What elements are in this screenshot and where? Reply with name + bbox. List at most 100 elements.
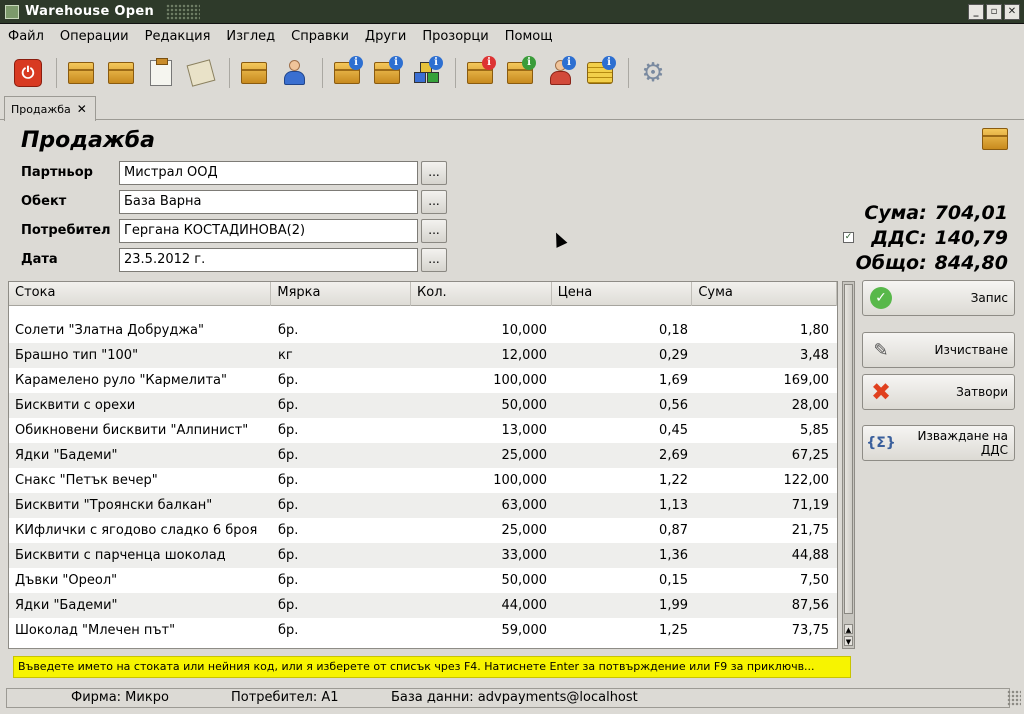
save-button[interactable]: ✓ Запис — [862, 280, 1015, 316]
scrollbar-thumb[interactable] — [844, 284, 853, 614]
table-row[interactable]: Снакс "Петък вечер" бр. 100,000 1,22 122,00 — [9, 468, 837, 493]
tab-sale[interactable]: Продажба ✕ — [4, 96, 96, 121]
settings-button[interactable]: ⚙ — [635, 55, 671, 91]
report-users-button[interactable]: i — [542, 55, 578, 91]
menu-file[interactable]: Файл — [0, 29, 52, 44]
exit-button[interactable]: ⏻ — [10, 55, 46, 91]
app-icon — [5, 4, 19, 19]
column-header-qty[interactable]: Кол. — [411, 282, 552, 306]
toolbar-separator — [229, 58, 230, 88]
column-header-unit[interactable]: Мярка — [271, 282, 412, 306]
table-row[interactable]: Бисквити "Троянски балкан" бр. 63,000 1,13 7… — [9, 493, 837, 518]
vat-checkbox[interactable]: ✓ — [843, 232, 854, 243]
info-badge-icon: i — [389, 56, 403, 70]
title-grip — [166, 3, 201, 20]
vat-extract-button[interactable]: {Σ} Изваждане на ДДС — [862, 425, 1015, 461]
cell-qty: 25,000 — [501, 523, 548, 538]
table-row[interactable]: Обикновени бисквити "Алпинист" бр. 13,000 0… — [9, 418, 837, 443]
report-deleted-button[interactable]: i — [462, 55, 498, 91]
cell-unit: бр. — [278, 548, 299, 563]
consumer-browse-button[interactable]: ... — [421, 219, 447, 243]
window-title: Warehouse Open — [25, 4, 155, 19]
items-table[interactable]: Стока Мярка Кол. Цена Сума Солети "Златн… — [8, 281, 838, 649]
object-browse-button[interactable]: ... — [421, 190, 447, 214]
cell-price: 1,69 — [659, 373, 688, 388]
sale-button[interactable] — [103, 55, 139, 91]
cell-item: Бисквити "Троянски балкан" — [15, 498, 213, 513]
vat-label: ДДС: — [871, 227, 927, 249]
menu-other[interactable]: Други — [357, 29, 414, 44]
date-input[interactable]: 23.5.2012 г. — [119, 248, 418, 272]
consumer-input[interactable]: Гергана КОСТАДИНОВА(2) — [119, 219, 418, 243]
cell-qty: 63,000 — [501, 498, 548, 513]
cell-sum: 3,48 — [800, 348, 829, 363]
table-row[interactable]: Дъвки "Ореол" бр. 50,000 0,15 7,50 — [9, 568, 837, 593]
table-row[interactable]: Бисквити с орехи бр. 50,000 0,56 28,00 — [9, 393, 837, 418]
column-header-sum[interactable]: Сума — [692, 282, 837, 306]
menu-reports[interactable]: Справки — [283, 29, 357, 44]
cell-item: Снакс "Петък вечер" — [15, 473, 158, 488]
info-badge-icon: i — [602, 56, 616, 70]
partners-button[interactable] — [276, 55, 312, 91]
partner-input[interactable]: Мистрал ООД — [119, 161, 418, 185]
partner-browse-button[interactable]: ... — [421, 161, 447, 185]
tab-close-icon[interactable]: ✕ — [77, 102, 87, 116]
minimize-button[interactable]: _ — [968, 4, 984, 20]
report-purchases-button[interactable]: i — [329, 55, 365, 91]
menu-view[interactable]: Изглед — [218, 29, 283, 44]
cell-price: 1,22 — [659, 473, 688, 488]
cell-sum: 5,85 — [800, 423, 829, 438]
close-label: Затвори — [956, 385, 1008, 399]
cell-qty: 25,000 — [501, 448, 548, 463]
report-stock-button[interactable]: i — [409, 55, 445, 91]
cell-unit: бр. — [278, 373, 299, 388]
cell-unit: бр. — [278, 523, 299, 538]
gear-icon: ⚙ — [641, 58, 665, 88]
column-header-price[interactable]: Цена — [552, 282, 693, 306]
document-button[interactable] — [183, 55, 219, 91]
table-row[interactable]: Шоколад "Млечен път" бр. 59,000 1,25 73,75 — [9, 618, 837, 643]
cell-item: Дъвки "Ореол" — [15, 573, 118, 588]
clear-button[interactable]: ✎ Изчистване — [862, 332, 1015, 368]
cell-price: 1,13 — [659, 498, 688, 513]
cell-price: 1,99 — [659, 598, 688, 613]
cell-price: 0,15 — [659, 573, 688, 588]
close-window-button[interactable]: ✕ — [1004, 4, 1020, 20]
object-input[interactable]: База Варна — [119, 190, 418, 214]
goods-button[interactable] — [236, 55, 272, 91]
menu-help[interactable]: Помощ — [497, 29, 561, 44]
table-row[interactable]: Солети "Златна Добруджа" бр. 10,000 0,18 1,8… — [9, 318, 837, 343]
table-row[interactable]: Бисквити с парченца шоколад бр. 33,000 1,36… — [9, 543, 837, 568]
cell-sum: 1,80 — [800, 323, 829, 338]
status-database: База данни: advpayments@localhost — [391, 690, 638, 705]
column-header-item[interactable]: Стока — [9, 282, 272, 306]
table-row[interactable]: Ядки "Бадеми" бр. 44,000 1,99 87,56 — [9, 593, 837, 618]
maximize-button[interactable]: ▫ — [986, 4, 1002, 20]
date-picker-button[interactable]: ... — [421, 248, 447, 272]
table-row[interactable]: Брашно тип "100" кг 12,000 0,29 3,48 — [9, 343, 837, 368]
report-sales-button[interactable]: i — [369, 55, 405, 91]
resize-grip[interactable] — [1007, 690, 1021, 706]
purchase-button[interactable] — [63, 55, 99, 91]
cell-item: Бисквити с орехи — [15, 398, 136, 413]
menu-edit[interactable]: Редакция — [137, 29, 219, 44]
table-row[interactable]: Карамелено руло "Кармелита" бр. 100,000 1,6… — [9, 368, 837, 393]
report-payments-button[interactable]: i — [582, 55, 618, 91]
close-button[interactable]: ✖ Затвори — [862, 374, 1015, 410]
table-scrollbar[interactable]: ▲ ▼ — [842, 281, 855, 649]
report-approved-button[interactable]: i — [502, 55, 538, 91]
clear-label: Изчистване — [934, 343, 1009, 357]
clipboard-button[interactable] — [143, 55, 179, 91]
table-row[interactable]: КИфлички с ягодово сладко 6 броя бр. 25,00… — [9, 518, 837, 543]
mouse-cursor — [550, 230, 568, 248]
cell-sum: 122,00 — [783, 473, 830, 488]
scroll-up-icon[interactable]: ▲ — [844, 624, 853, 634]
menu-windows[interactable]: Прозорци — [414, 29, 496, 44]
cell-unit: бр. — [278, 423, 299, 438]
cell-price: 2,69 — [659, 448, 688, 463]
cell-unit: бр. — [278, 573, 299, 588]
table-row[interactable]: Ядки "Бадеми" бр. 25,000 2,69 67,25 — [9, 443, 837, 468]
menu-operations[interactable]: Операции — [52, 29, 137, 44]
cell-sum: 28,00 — [791, 398, 829, 413]
scroll-down-icon[interactable]: ▼ — [844, 636, 853, 646]
